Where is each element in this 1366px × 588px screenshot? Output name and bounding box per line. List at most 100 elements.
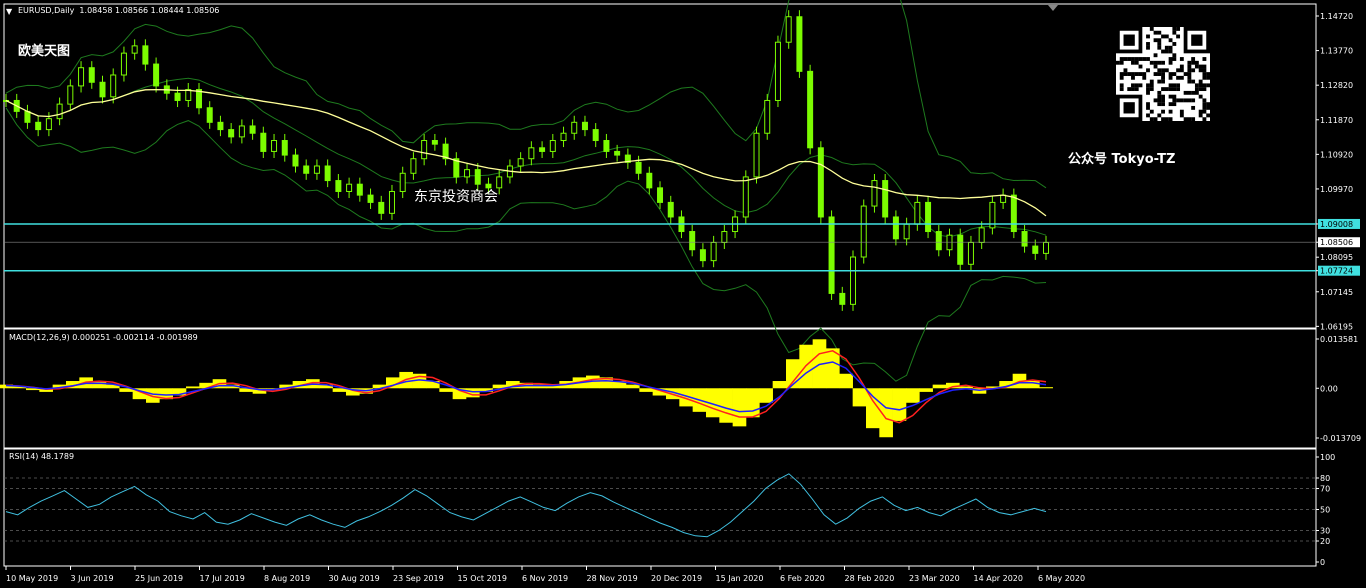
candle-body[interactable] <box>957 234 964 265</box>
candle-body[interactable] <box>281 140 288 156</box>
candle-body[interactable] <box>99 81 106 98</box>
qr-module <box>1149 87 1154 92</box>
candle-body[interactable] <box>464 169 471 178</box>
qr-module <box>1138 72 1143 76</box>
candle-body[interactable] <box>388 190 395 214</box>
candle-body[interactable] <box>1043 241 1049 254</box>
candle-body[interactable] <box>828 216 835 294</box>
candle-body[interactable] <box>710 241 717 262</box>
candle-body[interactable] <box>592 129 599 142</box>
candle-body[interactable] <box>581 121 588 131</box>
candle-body[interactable] <box>785 16 792 43</box>
qr-module <box>1168 87 1173 92</box>
candle-body[interactable] <box>796 16 803 72</box>
candle-body[interactable] <box>517 158 524 167</box>
candle-body[interactable] <box>978 227 985 243</box>
candle-body[interactable] <box>271 140 278 152</box>
candle-body[interactable] <box>78 67 85 87</box>
candle-body[interactable] <box>817 147 824 218</box>
candle-body[interactable] <box>657 187 664 203</box>
candle-body[interactable] <box>335 180 342 192</box>
candle-body[interactable] <box>1032 245 1039 254</box>
candle-body[interactable] <box>753 132 760 178</box>
candle-body[interactable] <box>410 158 417 174</box>
candle-body[interactable] <box>1000 194 1007 203</box>
symbol-header: EURUSD,Daily 1.08458 1.08566 1.08444 1.0… <box>18 6 220 15</box>
candle-body[interactable] <box>45 118 52 131</box>
macd-histogram-bar <box>759 388 773 403</box>
shift-marker-icon[interactable] <box>1048 5 1058 11</box>
candle-body[interactable] <box>431 140 438 145</box>
candlesticks[interactable] <box>3 10 1049 311</box>
candle-body[interactable] <box>260 132 267 152</box>
candle-body[interactable] <box>249 125 256 134</box>
candle-body[interactable] <box>174 92 181 101</box>
candle-body[interactable] <box>850 256 857 305</box>
candle-body[interactable] <box>560 132 567 142</box>
candle-body[interactable] <box>238 125 245 138</box>
candle-body[interactable] <box>699 249 706 262</box>
candle-body[interactable] <box>903 223 910 240</box>
candle-body[interactable] <box>303 165 310 174</box>
candle-body[interactable] <box>56 103 63 120</box>
candle-body[interactable] <box>925 201 932 233</box>
candle-body[interactable] <box>914 201 921 225</box>
candle-body[interactable] <box>967 241 974 265</box>
candle-body[interactable] <box>774 41 781 101</box>
qr-module <box>1202 83 1207 88</box>
candle-body[interactable] <box>882 180 889 218</box>
support-resistance-lines[interactable] <box>4 223 1316 272</box>
candle-body[interactable] <box>667 201 674 218</box>
qr-module <box>1131 72 1135 76</box>
qr-module <box>1161 102 1165 107</box>
candle-body[interactable] <box>131 45 138 54</box>
candle-body[interactable] <box>892 216 899 240</box>
candle-body[interactable] <box>807 70 814 149</box>
candle-body[interactable] <box>860 205 867 258</box>
candle-body[interactable] <box>153 63 160 87</box>
candle-body[interactable] <box>935 231 942 251</box>
qr-module <box>1176 68 1181 73</box>
candle-body[interactable] <box>839 292 846 305</box>
candle-body[interactable] <box>871 180 878 207</box>
candle-body[interactable] <box>88 67 95 83</box>
qr-module <box>1168 72 1173 76</box>
candle-body[interactable] <box>313 165 320 174</box>
candle-body[interactable] <box>764 99 771 134</box>
candle-body[interactable] <box>646 172 653 189</box>
candle-body[interactable] <box>120 52 127 76</box>
candle-body[interactable] <box>142 45 149 65</box>
candle-body[interactable] <box>399 172 406 192</box>
candle-body[interactable] <box>689 231 696 251</box>
candle-body[interactable] <box>474 169 481 185</box>
candle-body[interactable] <box>539 147 546 152</box>
candle-body[interactable] <box>635 161 642 174</box>
candle-body[interactable] <box>24 110 31 123</box>
candle-body[interactable] <box>228 129 235 138</box>
candle-body[interactable] <box>378 201 385 214</box>
candle-body[interactable] <box>721 231 728 243</box>
candle-body[interactable] <box>35 121 42 131</box>
candle-body[interactable] <box>421 140 428 160</box>
candle-body[interactable] <box>324 165 331 182</box>
candle-body[interactable] <box>549 140 556 152</box>
candle-body[interactable] <box>1010 194 1017 233</box>
candle-body[interactable] <box>356 183 363 196</box>
candle-body[interactable] <box>614 150 621 156</box>
candle-body[interactable] <box>217 121 224 131</box>
candle-body[interactable] <box>346 183 353 192</box>
symbol-dropdown-icon[interactable]: ▼ <box>6 7 12 16</box>
candle-body[interactable] <box>571 121 578 134</box>
candle-body[interactable] <box>206 107 213 123</box>
candle-body[interactable] <box>67 85 74 105</box>
candle-body[interactable] <box>1021 231 1028 247</box>
candle-body[interactable] <box>742 176 749 218</box>
moving-average-line <box>5 88 1047 217</box>
candle-body[interactable] <box>292 154 299 167</box>
candle-body[interactable] <box>195 89 202 109</box>
candle-body[interactable] <box>110 74 117 98</box>
qr-module <box>1146 45 1150 50</box>
candle-body[interactable] <box>603 140 610 152</box>
candle-body[interactable] <box>367 194 374 203</box>
candle-body[interactable] <box>528 147 535 160</box>
